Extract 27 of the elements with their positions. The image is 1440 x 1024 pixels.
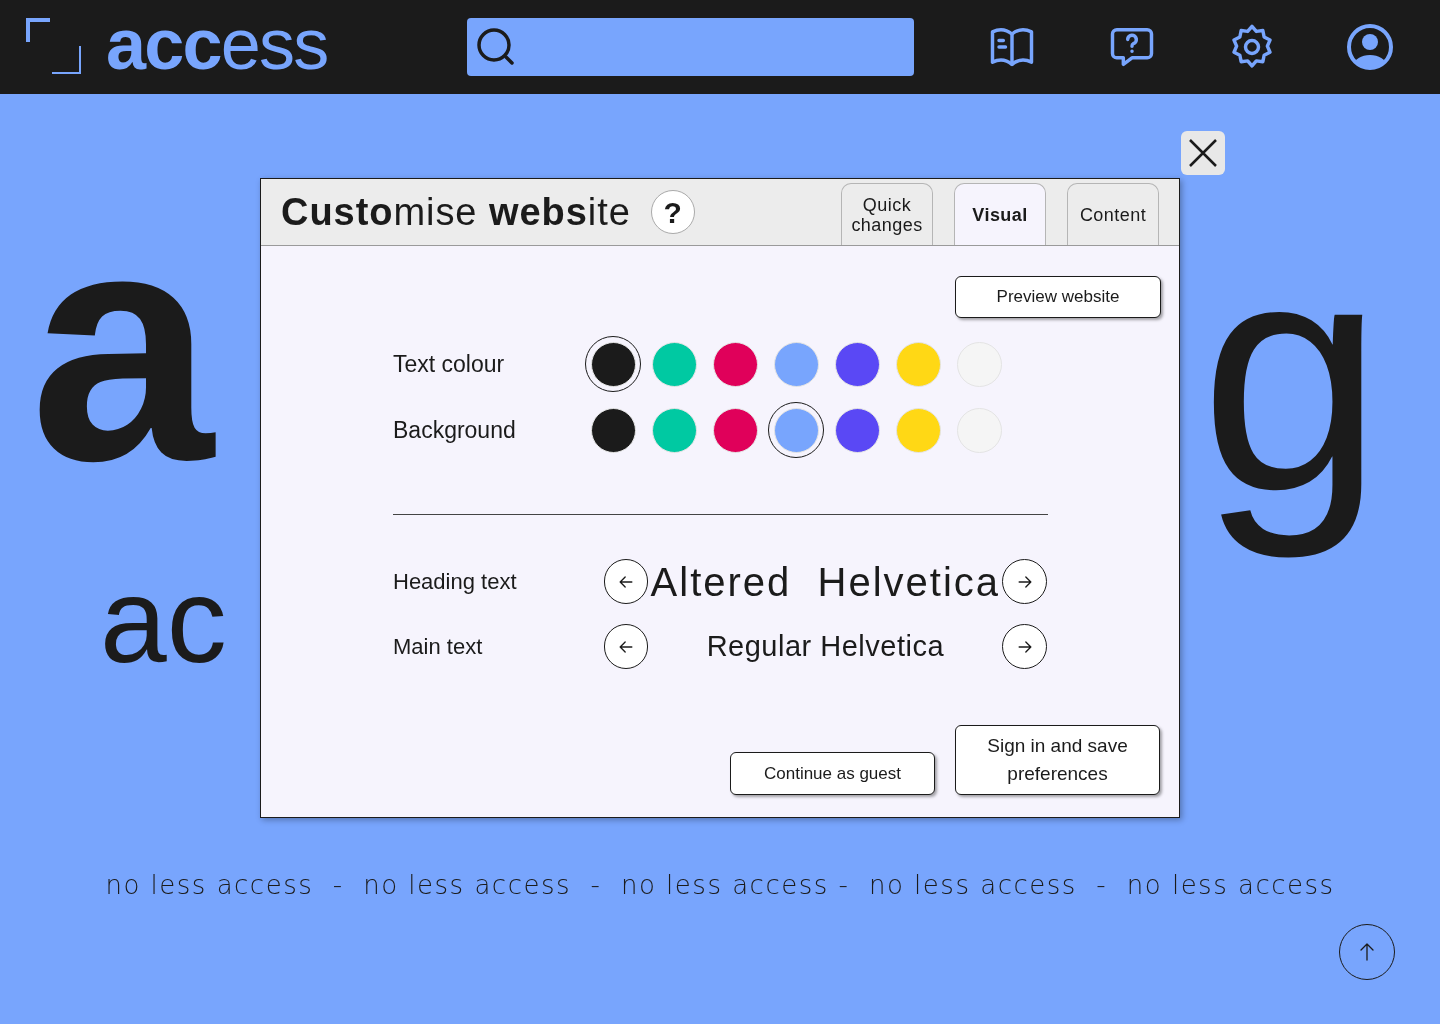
help-button[interactable]: ? bbox=[650, 190, 695, 234]
row-label: Text colour bbox=[393, 349, 506, 379]
corner-brackets-icon bbox=[26, 18, 84, 76]
search-field[interactable] bbox=[467, 18, 915, 76]
previous-button[interactable] bbox=[603, 559, 649, 604]
next-button[interactable] bbox=[1002, 624, 1047, 669]
dialog-title: Customise website bbox=[281, 189, 631, 235]
backdrop-letter: a bbox=[30, 180, 214, 510]
sign-in-save-button[interactable]: Sign in and save preferences bbox=[955, 725, 1160, 795]
row-label: Background bbox=[393, 415, 517, 445]
font-name: Regular Helvetica bbox=[705, 628, 946, 664]
row-label: Heading text bbox=[393, 568, 518, 596]
preview-website-button[interactable]: Preview website bbox=[955, 276, 1161, 318]
tab[interactable]: Visual bbox=[954, 183, 1046, 245]
tagline: no less access - no less access - no less access - no less access - no less access bbox=[105, 869, 1335, 902]
tab[interactable]: Content bbox=[1067, 183, 1159, 245]
row-label: Main text bbox=[393, 633, 484, 661]
next-button[interactable] bbox=[1002, 559, 1047, 604]
continue-as-guest-button[interactable]: Continue as guest bbox=[730, 752, 935, 795]
backdrop-letter: g bbox=[1200, 189, 1384, 561]
font-name: Altered Helvetica bbox=[649, 558, 1002, 606]
close-button[interactable] bbox=[1181, 131, 1225, 175]
close-icon bbox=[1188, 138, 1218, 168]
tab[interactable]: Quick changes bbox=[841, 183, 933, 245]
previous-button[interactable] bbox=[603, 624, 649, 669]
backdrop-word: ac bbox=[100, 560, 227, 680]
user-account-icon[interactable] bbox=[1346, 23, 1394, 71]
